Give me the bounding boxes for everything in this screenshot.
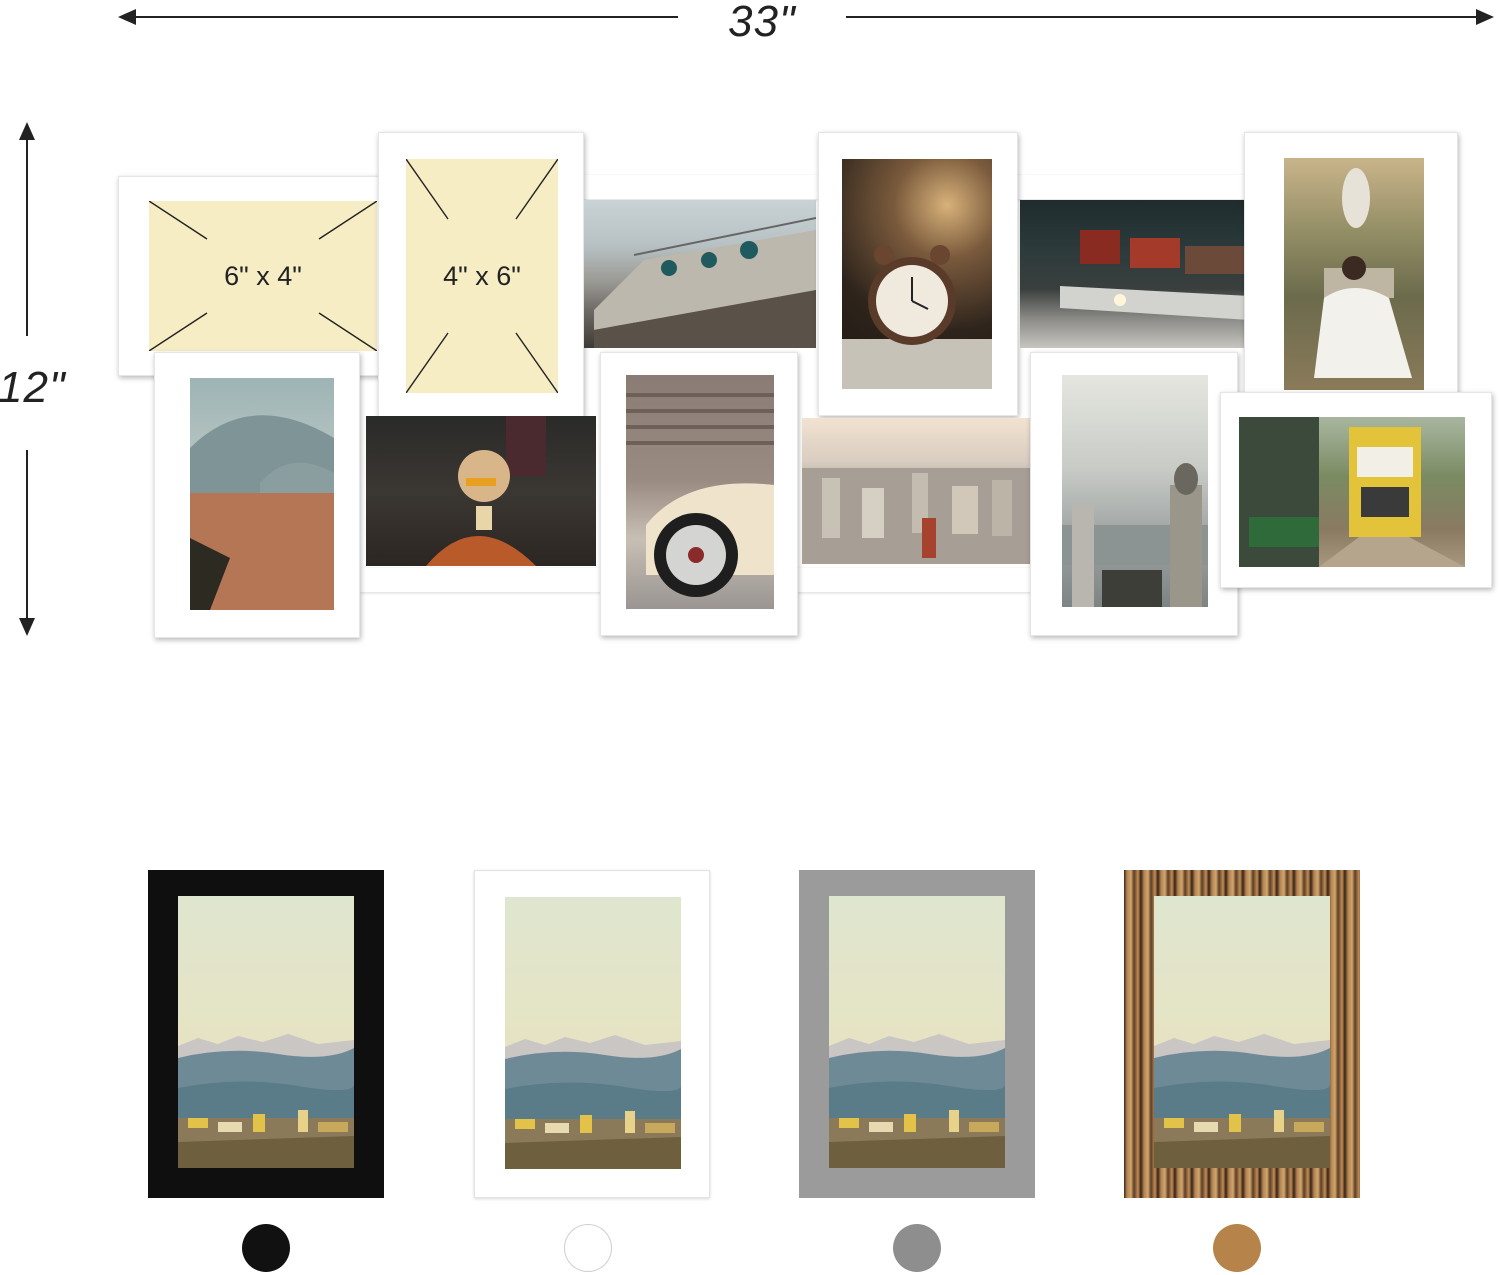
- building-facade-photo: [584, 200, 816, 348]
- frame-portrait: [1244, 132, 1458, 416]
- landscape-photo: [829, 896, 1005, 1168]
- landscape-scene: [1154, 896, 1330, 1168]
- photo-placeholder: 6" x 4": [149, 201, 377, 351]
- color-swatch-rustic-brown[interactable]: [1213, 1224, 1261, 1272]
- woman-drinking-photo: [366, 416, 596, 566]
- frame-landscape: [1220, 392, 1492, 588]
- variant-frame-black: [148, 870, 384, 1198]
- color-swatch-white[interactable]: [564, 1224, 612, 1272]
- landscape-photo: [1154, 896, 1330, 1168]
- landscape-photo: [178, 896, 354, 1168]
- variant-frame-gray: [799, 870, 1035, 1198]
- frame-4x6-placeholder: 4" x 6": [378, 132, 584, 418]
- bosphorus-monument-photo: [1062, 375, 1208, 607]
- frame-portrait: [1030, 352, 1238, 636]
- frame-portrait: [154, 352, 360, 638]
- placeholder-size-label: 6" x 4": [224, 261, 302, 291]
- vintage-car-taillight-photo: [1020, 200, 1250, 348]
- placeholder-size-label: 4" x 6": [443, 261, 521, 291]
- photo-placeholder: 4" x 6": [406, 159, 558, 393]
- collage-frame: 6" x 4" 4" x 6": [0, 0, 1500, 660]
- alarm-clock-photo: [842, 159, 992, 389]
- landscape-scene: [829, 896, 1005, 1168]
- landscape-scene: [505, 897, 681, 1169]
- landscape-scene: [178, 896, 354, 1168]
- classic-car-wheel-photo: [626, 375, 774, 609]
- frame-portrait: [818, 132, 1018, 416]
- variant-frame-rustic-brown: [1124, 870, 1360, 1198]
- color-swatch-gray[interactable]: [893, 1224, 941, 1272]
- frame-6x4-placeholder: 6" x 4": [118, 176, 380, 376]
- woman-white-dress-statue-photo: [1284, 158, 1424, 390]
- mosque-dome-photo: [190, 378, 334, 610]
- city-skyline-photo: [802, 418, 1030, 564]
- yellow-tram-photo: [1239, 417, 1465, 567]
- color-swatch-black[interactable]: [242, 1224, 290, 1272]
- variant-frame-white: [474, 870, 710, 1198]
- landscape-photo: [505, 897, 681, 1169]
- frame-portrait: [600, 352, 798, 636]
